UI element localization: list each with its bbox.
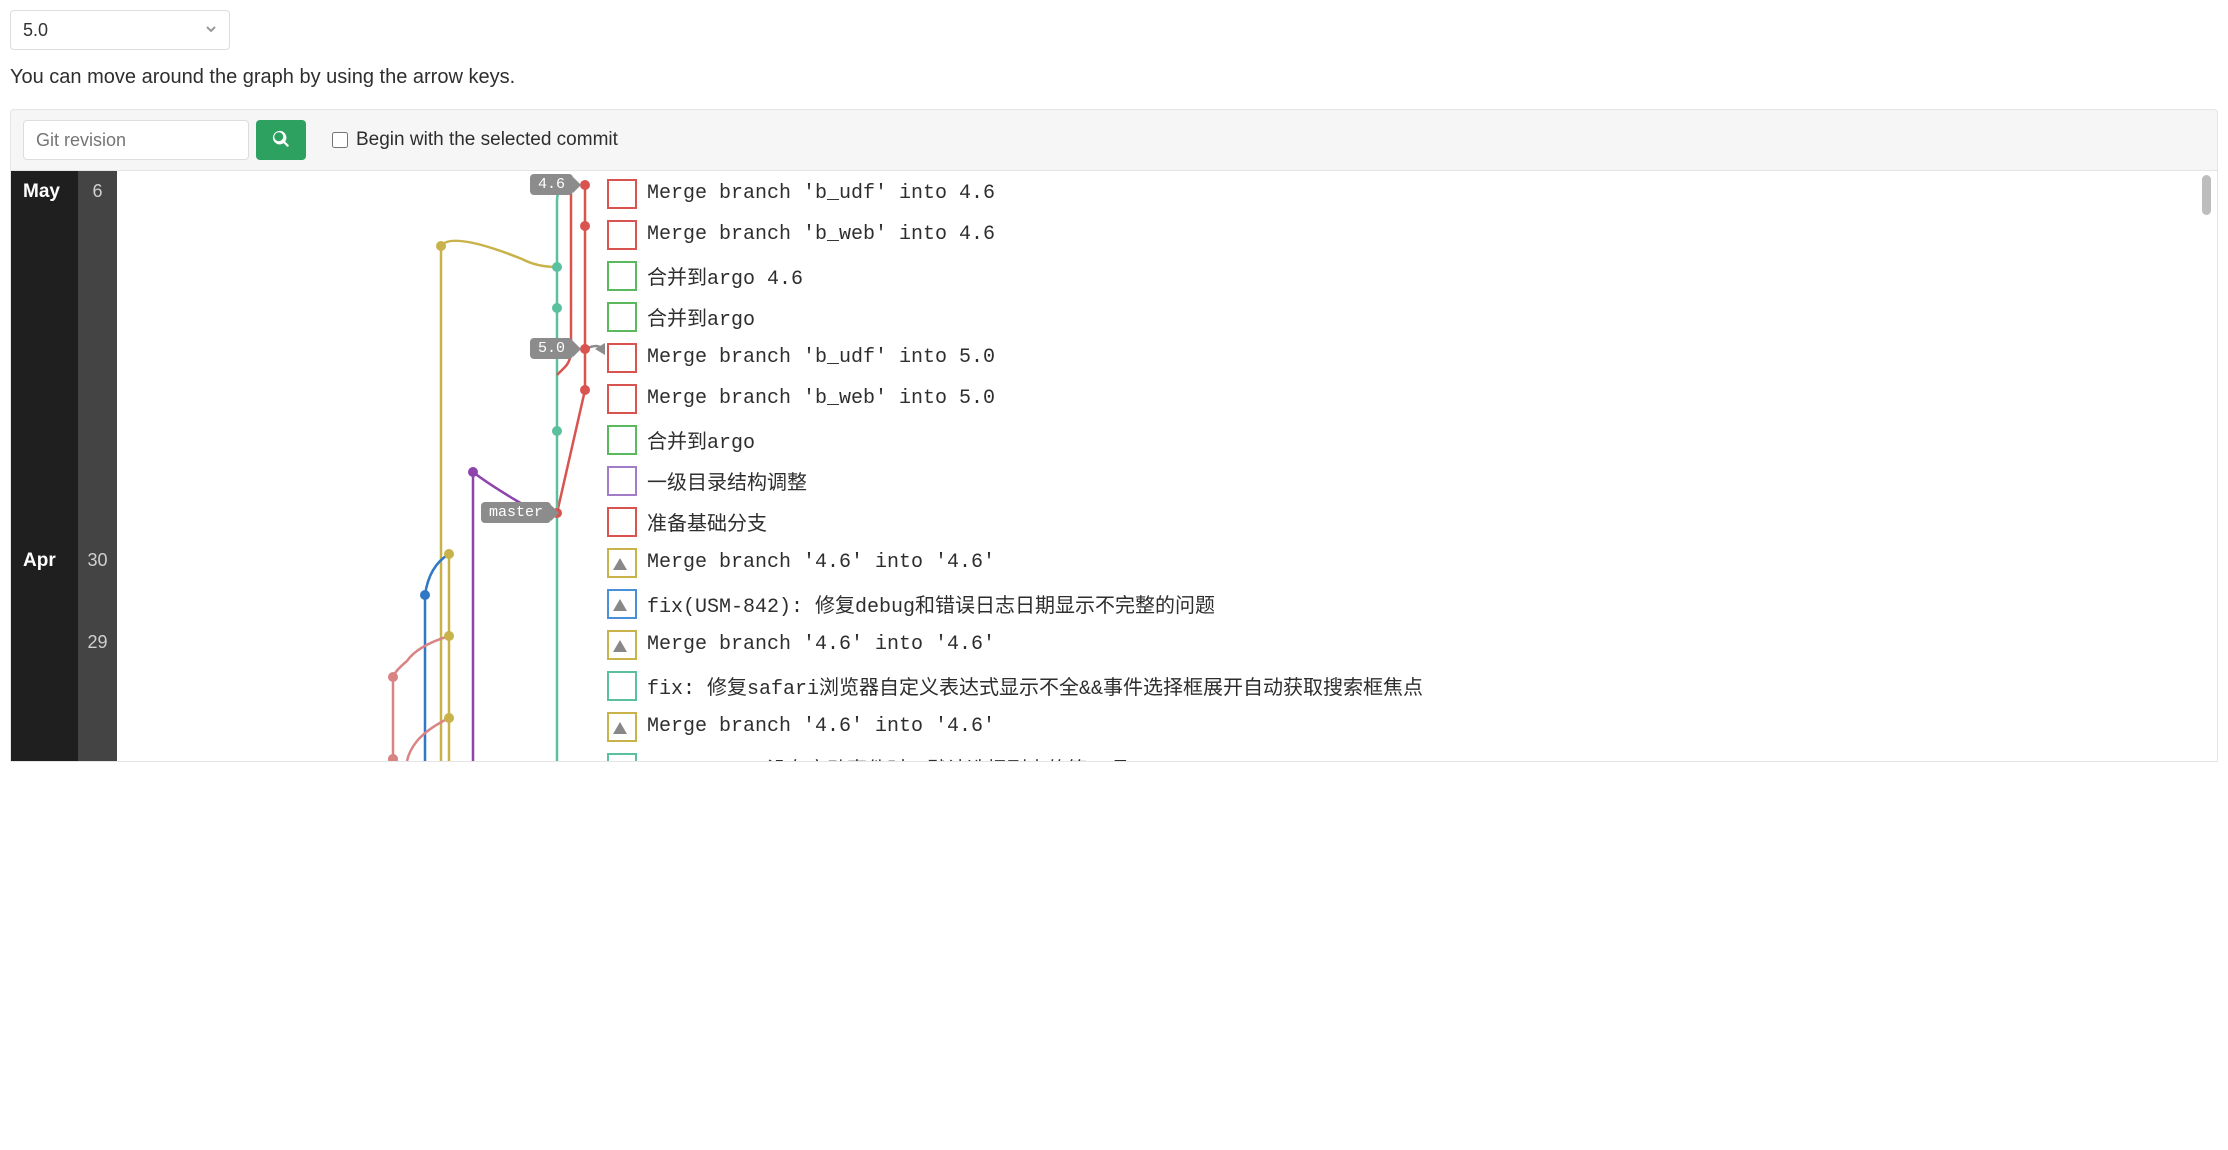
avatar xyxy=(607,220,637,250)
commit-message: Merge branch 'b_udf' into 4.6 xyxy=(647,182,995,205)
commit-row[interactable]: fix(USM-842): 修复debug和错误日志日期显示不完整的问题 xyxy=(607,583,1423,624)
avatar xyxy=(607,671,637,701)
begin-with-selected-checkbox[interactable]: Begin with the selected commit xyxy=(332,129,618,151)
commit-message: Merge branch 'b_web' into 4.6 xyxy=(647,223,995,246)
commit-message: Merge branch '4.6' into '4.6' xyxy=(647,633,995,656)
commit-row[interactable]: Merge branch '4.6' into '4.6' xyxy=(607,624,1423,665)
commit-row[interactable]: Merge branch 'b_web' into 4.6 xyxy=(607,214,1423,255)
commit-node[interactable] xyxy=(552,303,562,313)
network-graph-panel: May Apr 6 30 29 4.6 5.0 master Merge branch '… xyxy=(10,171,2218,762)
commit-row[interactable]: 一级目录结构调整 xyxy=(607,460,1423,501)
branch-dropdown[interactable]: 5.0 xyxy=(10,10,230,50)
commit-node[interactable] xyxy=(552,262,562,272)
commit-node[interactable] xyxy=(420,590,430,600)
commit-row[interactable]: Merge branch '4.6' into '4.6' xyxy=(607,706,1423,747)
commit-message: 合并到argo xyxy=(647,302,755,332)
graph-hint-text: You can move around the graph by using t… xyxy=(10,66,2218,89)
day-label: 6 xyxy=(78,171,117,212)
avatar xyxy=(607,712,637,742)
commit-message: Merge branch 'b_web' into 5.0 xyxy=(647,387,995,410)
commit-row[interactable]: 合并到argo xyxy=(607,419,1423,460)
avatar xyxy=(607,466,637,496)
commit-node[interactable] xyxy=(580,221,590,231)
commit-node[interactable] xyxy=(444,549,454,559)
commit-row[interactable]: Merge branch 'b_udf' into 4.6 xyxy=(607,173,1423,214)
avatar xyxy=(607,384,637,414)
commit-node[interactable] xyxy=(580,385,590,395)
chevron-down-icon xyxy=(205,22,217,38)
begin-checkbox-input[interactable] xyxy=(332,132,348,148)
day-label: 30 xyxy=(78,540,117,581)
commit-message: 合并到argo 4.6 xyxy=(647,261,803,291)
graph-canvas[interactable]: 4.6 5.0 master Merge branch 'b_udf' into 4… xyxy=(117,171,2217,761)
commit-node[interactable] xyxy=(580,180,590,190)
avatar xyxy=(607,630,637,660)
graph-svg xyxy=(117,171,607,761)
commit-list: Merge branch 'b_udf' into 4.6 Merge branc… xyxy=(607,173,1423,761)
commit-node[interactable] xyxy=(388,754,398,761)
avatar xyxy=(607,589,637,619)
avatar xyxy=(607,507,637,537)
commit-message: fix: 修复safari浏览器自定义表达式显示不全&&事件选择框展开自动获取搜… xyxy=(647,671,1423,701)
avatar xyxy=(607,343,637,373)
day-column: 6 30 29 xyxy=(78,171,117,761)
branch-dropdown-value: 5.0 xyxy=(23,20,48,41)
commit-node[interactable] xyxy=(552,426,562,436)
commit-node[interactable] xyxy=(444,713,454,723)
commit-message: fix(USM-842): 修复debug和错误日志日期显示不完整的问题 xyxy=(647,589,1215,619)
commit-node[interactable] xyxy=(444,631,454,641)
search-icon xyxy=(272,130,290,151)
commit-message: Merge branch 'b_udf' into 5.0 xyxy=(647,346,995,369)
avatar xyxy=(607,261,637,291)
commit-node[interactable] xyxy=(468,467,478,477)
branch-tag[interactable]: 4.6 xyxy=(530,174,573,195)
commit-node[interactable] xyxy=(580,344,590,354)
commit-row[interactable]: refactor: 没有启动事件时，默认选择列表的第一项 xyxy=(607,747,1423,761)
month-label: Apr xyxy=(11,540,68,582)
commit-row[interactable]: Merge branch '4.6' into '4.6' xyxy=(607,542,1423,583)
commit-message: Merge branch '4.6' into '4.6' xyxy=(647,551,995,574)
commit-message: refactor: 没有启动事件时，默认选择列表的第一项 xyxy=(647,753,1127,762)
commit-message: 合并到argo xyxy=(647,425,755,455)
avatar xyxy=(607,179,637,209)
commit-message: 一级目录结构调整 xyxy=(647,466,807,496)
avatar xyxy=(607,425,637,455)
commit-row[interactable]: Merge branch 'b_web' into 5.0 xyxy=(607,378,1423,419)
avatar xyxy=(607,302,637,332)
commit-row[interactable]: 合并到argo 4.6 xyxy=(607,255,1423,296)
month-column: May Apr xyxy=(11,171,78,761)
search-button[interactable] xyxy=(256,120,306,160)
git-revision-input[interactable] xyxy=(23,120,249,160)
commit-row[interactable]: fix: 修复safari浏览器自定义表达式显示不全&&事件选择框展开自动获取搜… xyxy=(607,665,1423,706)
month-label: May xyxy=(11,171,72,213)
commit-node[interactable] xyxy=(388,672,398,682)
search-toolbar: Begin with the selected commit xyxy=(10,109,2218,171)
commit-message: 准备基础分支 xyxy=(647,507,767,537)
commit-node[interactable] xyxy=(436,241,446,251)
begin-checkbox-label: Begin with the selected commit xyxy=(356,129,618,151)
day-label: 29 xyxy=(78,622,117,663)
scrollbar-thumb[interactable] xyxy=(2202,175,2211,215)
avatar xyxy=(607,753,637,762)
avatar xyxy=(607,548,637,578)
branch-tag[interactable]: 5.0 xyxy=(530,338,573,359)
commit-row[interactable]: 准备基础分支 xyxy=(607,501,1423,542)
branch-tag[interactable]: master xyxy=(481,502,551,523)
commit-row[interactable]: Merge branch 'b_udf' into 5.0 xyxy=(607,337,1423,378)
commit-row[interactable]: 合并到argo xyxy=(607,296,1423,337)
commit-message: Merge branch '4.6' into '4.6' xyxy=(647,715,995,738)
